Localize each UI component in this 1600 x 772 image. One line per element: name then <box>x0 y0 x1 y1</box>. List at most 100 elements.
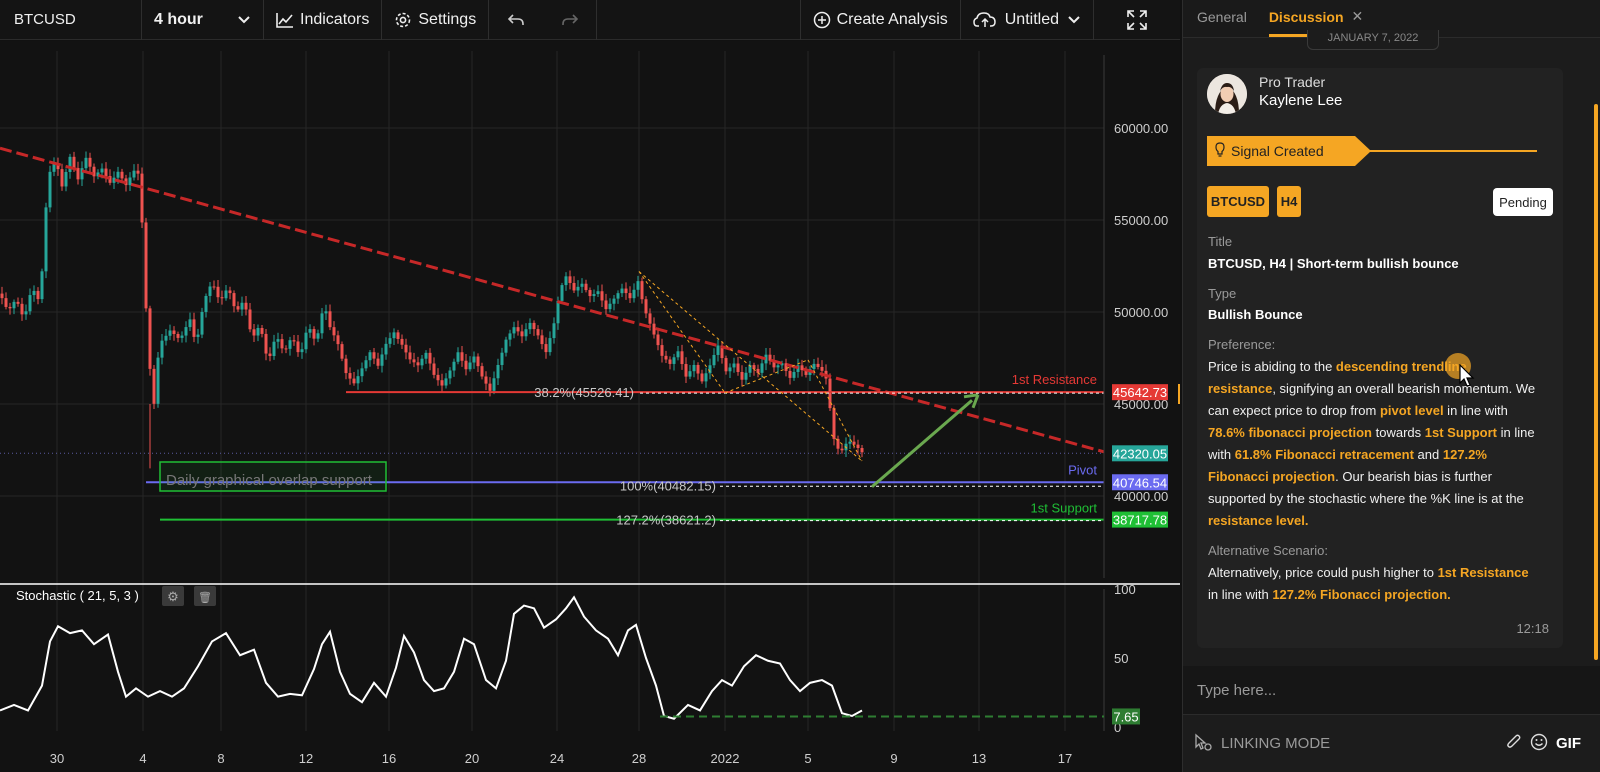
candle-body <box>688 371 692 377</box>
candle-body <box>564 276 568 286</box>
interval-selector[interactable]: 4 hour <box>142 0 264 40</box>
candle-body <box>172 330 176 334</box>
candle-body <box>12 301 16 309</box>
emoji-icon[interactable] <box>1530 733 1548 755</box>
timeframe-chip[interactable]: H4 <box>1277 186 1301 217</box>
redo-button[interactable] <box>543 0 598 40</box>
fib-projection-leg <box>638 271 726 394</box>
candle-body <box>296 341 300 353</box>
highlighted-term: pivot level <box>1379 403 1444 418</box>
settings-button[interactable]: Settings <box>382 0 490 40</box>
candle-body <box>656 334 660 346</box>
text-run: and <box>1413 447 1443 462</box>
interval-label: 4 hour <box>154 10 203 28</box>
tab-discussion-label: Discussion <box>1268 8 1344 25</box>
pivot-label: Pivot <box>1068 462 1097 477</box>
highlighted-term: resistance level. <box>1208 513 1309 528</box>
candle-body <box>352 378 356 384</box>
price-axis-label: 40000.00 <box>1114 489 1168 504</box>
candle-body <box>216 286 220 298</box>
candle-body <box>4 298 8 307</box>
symbol-selector[interactable]: BTCUSD <box>0 0 142 40</box>
candle-body <box>128 177 132 186</box>
candle-body <box>692 364 696 372</box>
layout-selector[interactable]: Untitled <box>961 0 1094 40</box>
candle-body <box>448 370 452 379</box>
candle-body <box>192 319 196 337</box>
candle-body <box>512 327 516 334</box>
candle-body <box>208 286 212 296</box>
x-tick-label: 4 <box>139 751 146 766</box>
candle-body <box>300 349 304 353</box>
candle-body <box>152 368 156 404</box>
candle-body <box>636 281 640 290</box>
undo-button[interactable] <box>489 0 543 40</box>
candle-body <box>528 322 532 330</box>
create-analysis-button[interactable]: Create Analysis <box>801 0 961 40</box>
candle-body <box>280 339 284 349</box>
candle-body <box>596 291 600 295</box>
projection-arrow-line <box>871 399 973 488</box>
candle-body <box>852 441 856 445</box>
candle-body <box>424 352 428 359</box>
candle-body <box>664 355 668 360</box>
chart-canvas[interactable]: 1st Resistance Pivot 1st Support 38.2%(4552… <box>0 41 1180 772</box>
message-composer <box>1183 666 1600 714</box>
candle-body <box>856 444 860 449</box>
candle-body <box>100 168 104 173</box>
candle-body <box>360 368 364 377</box>
candle-body <box>72 156 76 169</box>
avatar[interactable] <box>1207 74 1247 114</box>
tab-general[interactable]: General <box>1197 9 1247 37</box>
descending-trendline <box>0 146 1105 454</box>
candle-body <box>580 283 584 287</box>
chevron-down-icon <box>1067 15 1081 25</box>
stochastic-k-line <box>0 595 863 720</box>
candle-body <box>84 157 88 169</box>
fib-1272-label: 127.2%(38621.2) <box>616 513 716 528</box>
candle-body <box>708 365 712 374</box>
candle-body <box>640 281 644 300</box>
indicators-button[interactable]: Indicators <box>264 0 383 40</box>
settings-label: Settings <box>418 10 477 28</box>
attachment-icon[interactable] <box>1506 733 1522 755</box>
price-chart[interactable]: 1st Resistance Pivot 1st Support 38.2%(4552… <box>0 41 1180 772</box>
candle-body <box>336 335 340 345</box>
candle-body <box>436 374 440 381</box>
symbol-chip[interactable]: BTCUSD <box>1207 186 1269 217</box>
candle-body <box>508 333 512 340</box>
candle-body <box>368 352 372 361</box>
candle-body <box>572 282 576 291</box>
sidebar-scrollbar[interactable] <box>1594 104 1598 660</box>
candle-body <box>8 306 12 309</box>
status-badge: Pending <box>1493 188 1553 216</box>
stochastic-value-tag: 7.65 <box>1113 709 1138 724</box>
candle-body <box>704 373 708 382</box>
x-tick-label: 2022 <box>711 751 740 766</box>
candle-body <box>20 303 24 315</box>
candle-body <box>64 171 68 187</box>
candle-body <box>792 371 796 378</box>
candle-body <box>384 343 388 355</box>
fullscreen-button[interactable] <box>1094 0 1180 40</box>
candle-body <box>456 352 460 362</box>
candle-body <box>676 351 680 358</box>
lightbulb-icon <box>1215 141 1225 161</box>
candle-body <box>104 168 108 177</box>
candle-body <box>516 327 520 332</box>
candle-body <box>164 335 168 341</box>
linking-mode-label[interactable]: LINKING MODE <box>1221 735 1498 752</box>
candle-body <box>776 365 780 368</box>
candle-body <box>308 329 312 333</box>
gif-button[interactable]: GIF <box>1556 735 1581 752</box>
candle-body <box>464 360 468 370</box>
candle-body <box>16 301 20 304</box>
message-input[interactable] <box>1197 681 1557 699</box>
close-icon[interactable]: ✕ <box>1352 8 1364 25</box>
candle-body <box>500 352 504 365</box>
chevron-down-icon <box>237 15 251 25</box>
candle-body <box>212 286 216 288</box>
candle-body <box>180 335 184 338</box>
candle-body <box>0 293 4 299</box>
link-cursor-icon[interactable] <box>1193 732 1213 756</box>
